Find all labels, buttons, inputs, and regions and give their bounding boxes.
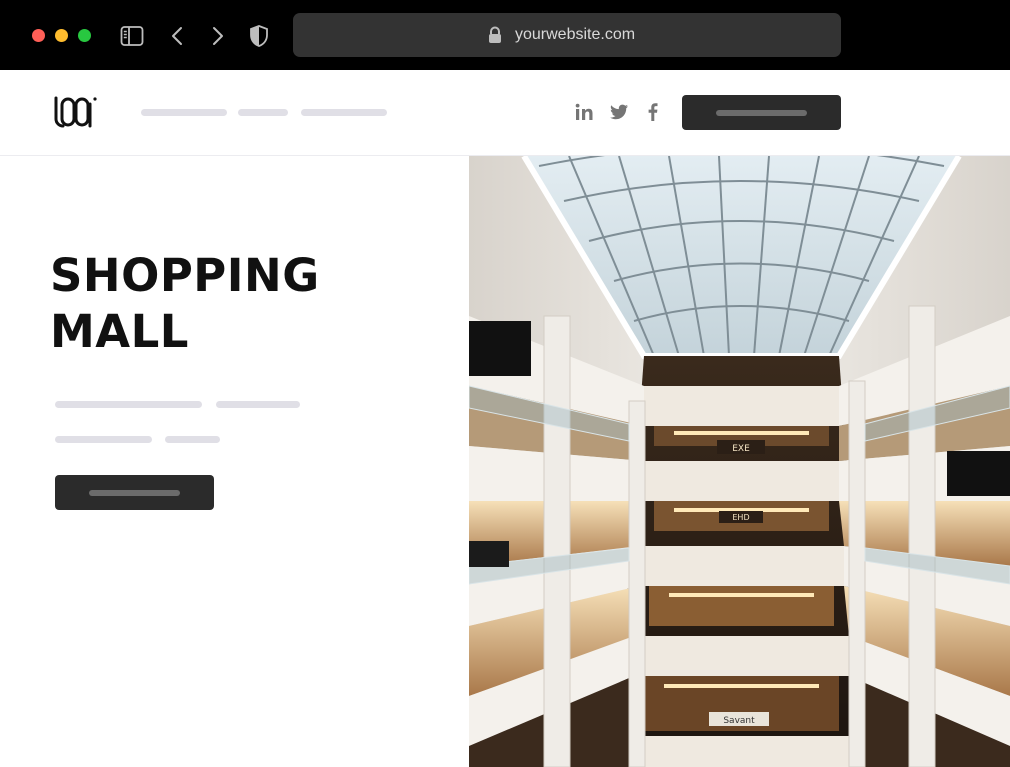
logo[interactable] bbox=[54, 96, 98, 128]
twitter-icon[interactable] bbox=[609, 102, 629, 122]
nav-link-placeholder-3[interactable] bbox=[301, 109, 387, 116]
paragraph-placeholder-line bbox=[216, 401, 300, 408]
paragraph-placeholder-line bbox=[55, 436, 152, 443]
header-cta-button[interactable] bbox=[682, 95, 841, 130]
back-icon[interactable] bbox=[166, 24, 190, 48]
store-sign-text: EXE bbox=[732, 444, 750, 454]
lock-icon bbox=[489, 26, 501, 43]
browser-toolbar: yourwebsite.com bbox=[0, 0, 1010, 70]
sidebar-icon[interactable] bbox=[120, 24, 144, 48]
paragraph-placeholder-line bbox=[165, 436, 220, 443]
hero-cta-button[interactable] bbox=[55, 475, 214, 510]
url-text: yourwebsite.com bbox=[515, 26, 636, 43]
button-label-placeholder bbox=[716, 110, 807, 116]
store-sign-text: EHD bbox=[732, 513, 749, 522]
shield-icon[interactable] bbox=[247, 24, 271, 48]
forward-icon[interactable] bbox=[205, 24, 229, 48]
hero-title: SHOPPING MALL bbox=[50, 248, 320, 360]
nav-link-placeholder-1[interactable] bbox=[141, 109, 227, 116]
paragraph-placeholder-line bbox=[55, 401, 202, 408]
address-bar[interactable]: yourwebsite.com bbox=[293, 13, 841, 57]
close-window-button[interactable] bbox=[32, 29, 45, 42]
maximize-window-button[interactable] bbox=[78, 29, 91, 42]
minimize-window-button[interactable] bbox=[55, 29, 68, 42]
hero-title-line-2: MALL bbox=[50, 305, 189, 358]
facebook-icon[interactable] bbox=[643, 102, 663, 122]
nav-link-placeholder-2[interactable] bbox=[238, 109, 288, 116]
button-label-placeholder bbox=[89, 490, 180, 496]
hero-title-line-1: SHOPPING bbox=[50, 249, 320, 302]
store-sign-text: Savant bbox=[723, 716, 755, 726]
mall-atrium-illustration: EXE EHD Savant bbox=[469, 156, 1010, 767]
linkedin-icon[interactable] bbox=[574, 102, 594, 122]
site-header bbox=[0, 70, 1010, 156]
hero-image: EXE EHD Savant bbox=[469, 156, 1010, 767]
